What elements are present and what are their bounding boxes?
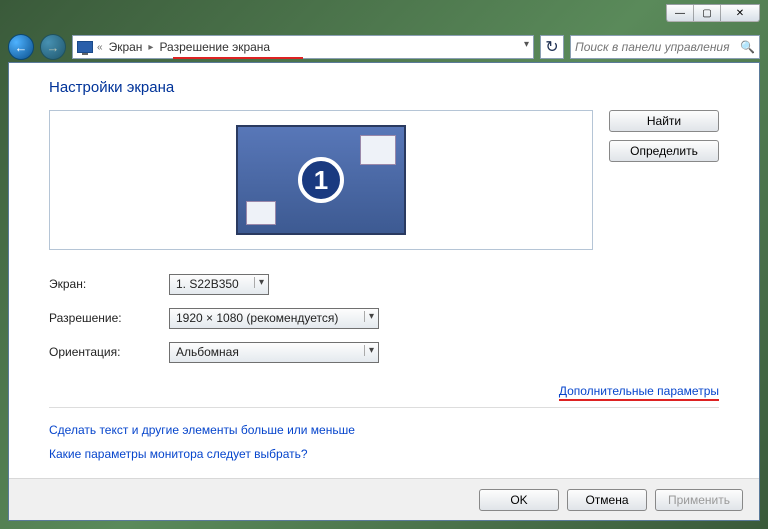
back-button[interactable]: ← — [8, 34, 34, 60]
search-input[interactable] — [575, 40, 736, 54]
page-heading: Настройки экрана — [49, 79, 719, 96]
monitor-1[interactable]: 1 — [236, 125, 406, 235]
detect-button[interactable]: Найти — [609, 110, 719, 132]
identify-button[interactable]: Определить — [609, 140, 719, 162]
close-button[interactable]: ✕ — [720, 4, 760, 22]
display-label: Экран: — [49, 277, 169, 291]
cancel-button[interactable]: Отмена — [567, 489, 647, 511]
search-icon: 🔍 — [740, 40, 755, 54]
annotation-underline — [173, 57, 303, 59]
orientation-select[interactable]: Альбомная — [169, 342, 379, 363]
advanced-settings-link[interactable]: Дополнительные параметры — [559, 384, 719, 401]
chevron-right-icon: ▸ — [148, 42, 153, 53]
monitor-thumb-icon — [360, 135, 396, 165]
which-monitor-link[interactable]: Какие параметры монитора следует выбрать… — [49, 447, 308, 461]
divider — [49, 407, 719, 408]
breadcrumb-item-display[interactable]: Экран — [107, 40, 145, 54]
minimize-button[interactable]: — — [666, 4, 694, 22]
breadcrumb-prefix: « — [97, 42, 103, 53]
text-size-link[interactable]: Сделать текст и другие элементы больше и… — [49, 423, 355, 437]
titlebar: — ▢ ✕ — [2, 2, 766, 30]
maximize-button[interactable]: ▢ — [693, 4, 721, 22]
breadcrumb-item-resolution[interactable]: Разрешение экрана — [157, 40, 272, 54]
monitor-preview[interactable]: 1 — [49, 110, 593, 250]
search-box[interactable]: 🔍 — [570, 35, 760, 59]
apply-button[interactable]: Применить — [655, 489, 743, 511]
resolution-label: Разрешение: — [49, 311, 169, 325]
refresh-button[interactable]: ↻ — [540, 35, 564, 59]
chevron-down-icon[interactable]: ▾ — [524, 39, 529, 50]
forward-button[interactable]: → — [40, 34, 66, 60]
resolution-select[interactable]: 1920 × 1080 (рекомендуется) — [169, 308, 379, 329]
display-select[interactable]: 1. S22B350 — [169, 274, 269, 295]
monitor-thumb-icon — [246, 201, 276, 225]
ok-button[interactable]: OK — [479, 489, 559, 511]
breadcrumb[interactable]: « Экран ▸ Разрешение экрана ▾ — [72, 35, 534, 59]
nav-bar: ← → « Экран ▸ Разрешение экрана ▾ ↻ 🔍 — [8, 30, 760, 64]
button-bar: OK Отмена Применить — [9, 478, 759, 520]
monitor-icon — [77, 41, 93, 53]
window-body: Настройки экрана 1 Найти Определить Экра… — [8, 62, 760, 521]
orientation-label: Ориентация: — [49, 345, 169, 359]
monitor-number: 1 — [298, 157, 344, 203]
